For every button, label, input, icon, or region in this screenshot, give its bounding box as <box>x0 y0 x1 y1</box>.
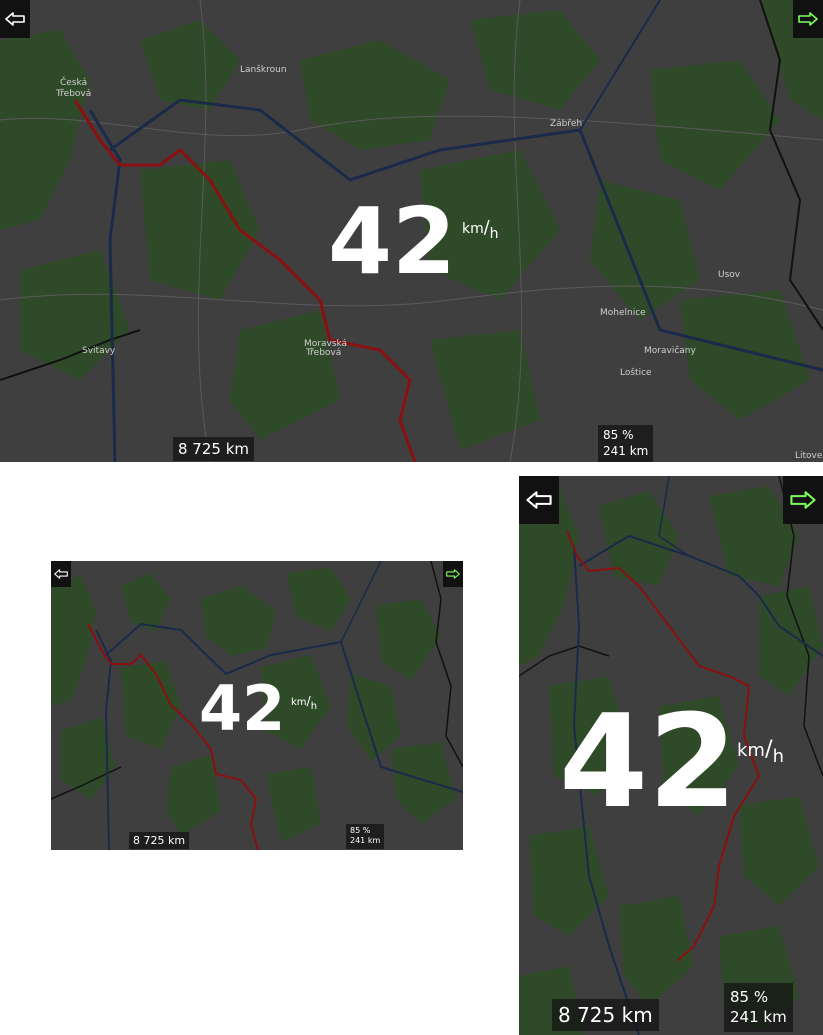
battery-range-label: 85 % 241 km <box>598 425 654 462</box>
prev-button[interactable] <box>0 0 30 38</box>
map-place-label: Třebová <box>55 89 91 99</box>
speed-unit: km/h <box>462 218 499 241</box>
battery-value: 85 % <box>603 428 634 442</box>
odometer-value: 8 725 km <box>133 834 186 847</box>
speed-unit-km: km <box>291 697 307 708</box>
map-place-label: Loštice <box>620 367 652 378</box>
speed-value: 42 <box>199 672 286 745</box>
map-place-label: Svitavy <box>82 346 116 356</box>
battery-value: 85 % <box>730 988 769 1006</box>
odometer-value: 8 725 km <box>178 440 250 458</box>
map-place-label: Moravičany <box>644 345 696 356</box>
map-panel-small: 42 km/h 8 725 km 85 % 241 km <box>51 561 463 850</box>
arrow-left-icon <box>526 491 552 509</box>
speed-unit-slash: / <box>764 736 773 762</box>
arrow-right-icon <box>798 12 818 26</box>
speed-unit-km: km <box>737 740 765 761</box>
battery-value: 85 % <box>350 826 371 835</box>
odometer-label: 8 725 km <box>173 437 255 461</box>
map-place-label: Česká <box>60 76 87 88</box>
speed-unit-slash: / <box>483 218 490 238</box>
map-panel-portrait: 42 km/h 8 725 km 85 % 241 km <box>519 476 823 1035</box>
speed-unit: km/h <box>291 694 317 711</box>
arrow-left-icon <box>54 569 68 579</box>
speed-unit: km/h <box>737 736 784 766</box>
arrow-left-icon <box>5 12 25 26</box>
next-button[interactable] <box>443 561 463 587</box>
map-place-label: Mohelnice <box>600 308 646 318</box>
odometer-value: 8 725 km <box>558 1003 653 1027</box>
speed-value: 42 <box>328 188 457 295</box>
speed-value: 42 <box>559 688 738 837</box>
map-panel-landscape: Česká Třebová Lanškroun Zábřeh Usov Svit… <box>0 0 823 462</box>
next-button[interactable] <box>793 0 823 38</box>
speed-unit-km: km <box>462 221 484 237</box>
map-place-label: Litovel <box>795 451 823 461</box>
odometer-label: 8 725 km <box>129 832 190 849</box>
prev-button[interactable] <box>519 476 559 524</box>
range-value: 241 km <box>603 443 649 458</box>
arrow-right-icon <box>446 569 460 579</box>
speed-unit-h: h <box>310 700 318 712</box>
battery-range-label: 85 % 241 km <box>724 983 793 1032</box>
odometer-label: 8 725 km <box>552 999 659 1031</box>
map-place-label: Usov <box>718 270 741 280</box>
map-place-label: Lanškroun <box>240 64 287 75</box>
arrow-right-icon <box>790 491 816 509</box>
next-button[interactable] <box>783 476 823 524</box>
prev-button[interactable] <box>51 561 71 587</box>
range-value: 241 km <box>350 836 381 846</box>
map-place-label: Zábřeh <box>550 119 582 129</box>
battery-range-label: 85 % 241 km <box>346 824 385 849</box>
speed-unit-h: h <box>489 225 499 242</box>
range-value: 241 km <box>730 1008 787 1027</box>
map-place-label: Třebová <box>305 348 341 358</box>
speed-unit-h: h <box>772 746 784 768</box>
